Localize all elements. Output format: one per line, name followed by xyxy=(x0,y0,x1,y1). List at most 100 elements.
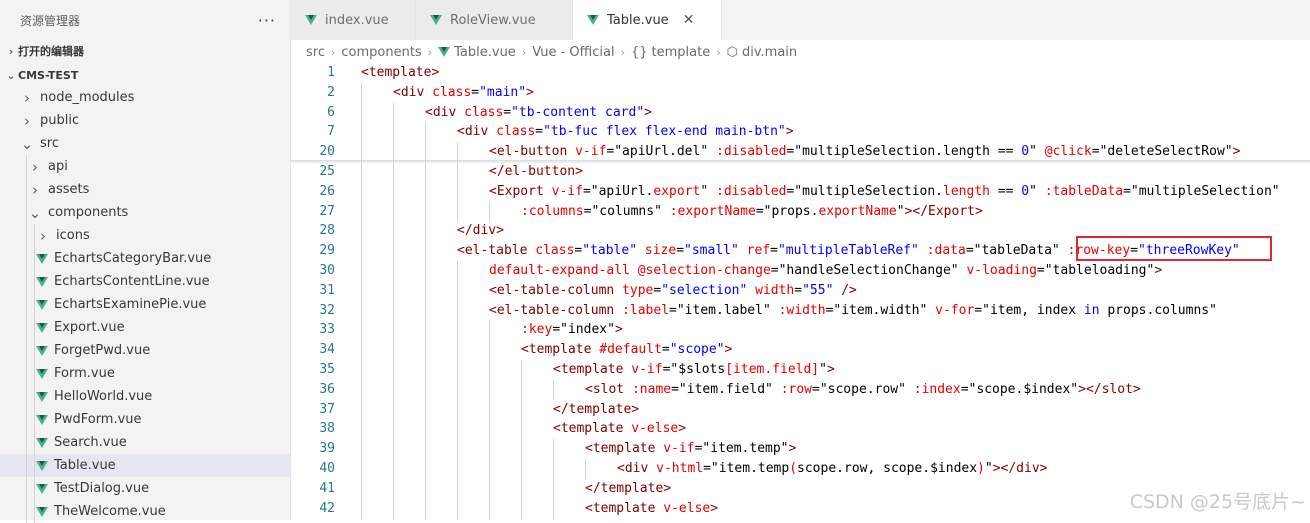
indent-guide xyxy=(34,431,35,454)
editor-tabs: index.vue RoleView.vue Table.vue ✕ xyxy=(291,0,1310,40)
code-token: > xyxy=(788,441,797,457)
code-line: 31 <el-table-column type = "selection" widt… xyxy=(291,280,1310,301)
tab-roleview[interactable]: RoleView.vue xyxy=(416,0,573,40)
code-line: 27:columns="columns" :exportName="props.… xyxy=(291,201,1310,222)
code-line: 30 default-expand-all @selection-change="… xyxy=(291,261,1310,281)
tab-index[interactable]: index.vue xyxy=(291,0,416,40)
code-token: length xyxy=(943,183,990,199)
breadcrumb-item[interactable]: src xyxy=(306,45,325,60)
line-number: 1 xyxy=(327,65,335,80)
code-text: </template> xyxy=(553,400,639,420)
indent-guide xyxy=(521,419,522,440)
folder-item[interactable]: › api xyxy=(0,155,290,178)
code-token: v-else xyxy=(663,500,711,516)
indent-guide xyxy=(393,379,394,400)
code-token: :tableData xyxy=(1044,183,1124,199)
indent-guide xyxy=(393,478,394,499)
chevron-down-icon: ⌄ xyxy=(20,134,34,153)
line-number: 42 xyxy=(319,500,335,516)
indent-guide xyxy=(393,360,394,380)
indent-guide xyxy=(361,142,362,163)
code-token: = xyxy=(770,243,778,259)
open-editors-section[interactable]: › 打开的编辑器 xyxy=(0,40,84,62)
code-token: "main" xyxy=(479,84,527,100)
tab-label: Table.vue xyxy=(607,12,669,28)
code-token: @selection-change xyxy=(637,263,771,278)
code-token: <template xyxy=(553,362,632,377)
chevron-right-icon: › xyxy=(32,180,38,199)
code-token: ( xyxy=(789,461,798,476)
breadcrumb-item[interactable]: components xyxy=(341,45,421,60)
line-number: 32 xyxy=(319,302,335,318)
indent-guide xyxy=(34,477,35,500)
file-item[interactable]: HelloWorld.vue xyxy=(0,385,290,408)
breadcrumb-item[interactable]: div.main xyxy=(742,45,797,60)
code-token: "scope" xyxy=(669,342,725,358)
breadcrumb-item[interactable]: Table.vue xyxy=(454,45,516,60)
code-token: = xyxy=(503,104,512,120)
file-item[interactable]: EchartsCategoryBar.vue xyxy=(0,247,290,270)
folder-item[interactable]: › icons xyxy=(0,224,290,247)
file-item[interactable]: Search.vue xyxy=(0,431,290,454)
file-item[interactable]: EchartsContentLine.vue xyxy=(0,270,290,293)
file-item[interactable]: ForgetPwd.vue xyxy=(0,339,290,362)
indent-guide xyxy=(457,498,458,519)
tab-label: index.vue xyxy=(325,12,389,28)
indent-guide xyxy=(457,439,458,460)
indent-guide xyxy=(361,340,362,361)
line-number: 36 xyxy=(319,381,335,397)
code-text: <template v-else> xyxy=(553,419,686,439)
watermark: CSDN @25号底片~ xyxy=(1129,491,1306,513)
indent-guide xyxy=(393,261,394,281)
code-token: <template xyxy=(585,500,664,516)
file-item[interactable]: Table.vue xyxy=(0,454,290,477)
breadcrumb-item[interactable]: Vue - Official xyxy=(532,45,614,60)
folder-item[interactable]: ⌄ components xyxy=(0,201,290,224)
code-token: ="columns" xyxy=(583,203,670,219)
tab-table[interactable]: Table.vue ✕ xyxy=(573,0,722,40)
folder-item[interactable]: › public xyxy=(0,109,290,132)
code-token: = xyxy=(794,282,803,298)
breadcrumb-item[interactable]: template xyxy=(652,45,711,60)
code-text: <el-table-column type="selection" width=… xyxy=(489,281,857,301)
tree-item-label: assets xyxy=(48,182,90,197)
file-item[interactable]: Form.vue xyxy=(0,362,290,385)
indent-guide xyxy=(489,459,490,479)
indent-guide xyxy=(425,280,426,301)
chevron-down-icon: ⌄ xyxy=(6,68,16,82)
indent-guide xyxy=(393,162,394,182)
folder-item[interactable]: › assets xyxy=(0,178,290,201)
project-section[interactable]: ⌄ CMS-TEST xyxy=(0,64,78,86)
file-item[interactable]: EchartsExaminePie.vue xyxy=(0,293,290,316)
indent-guide xyxy=(393,221,394,242)
indent-guide xyxy=(34,454,35,477)
vue-file-icon xyxy=(36,506,48,517)
code-token: ="item.temp" xyxy=(694,441,789,457)
file-item[interactable]: PwdForm.vue xyxy=(0,408,290,431)
indent-guide xyxy=(26,362,27,385)
close-icon[interactable]: ✕ xyxy=(683,12,695,28)
folder-item[interactable]: › node_modules xyxy=(0,86,290,109)
file-item[interactable]: Export.vue xyxy=(0,316,290,339)
line-number: 40 xyxy=(319,461,335,476)
code-editor[interactable]: 1 <template> 2 <div class="main"> 6 <div clas… xyxy=(291,62,1310,520)
code-token: in xyxy=(1083,302,1100,318)
code-token: :data xyxy=(926,243,966,259)
more-actions-icon[interactable]: ··· xyxy=(258,11,276,30)
indent-guide xyxy=(457,300,458,321)
indent-guide xyxy=(34,339,35,362)
folder-item[interactable]: ⌄ src xyxy=(0,132,290,155)
indent-guide xyxy=(26,201,27,224)
code-token: class xyxy=(464,104,504,120)
file-item[interactable]: TestDialog.vue xyxy=(0,477,290,500)
chevron-right-icon: › xyxy=(32,157,38,176)
chevron-right-icon: › xyxy=(40,226,46,245)
indent-guide xyxy=(34,247,35,270)
code-text: :columns="columns" :exportName="props.ex… xyxy=(521,202,983,222)
tree-item-label: EchartsExaminePie.vue xyxy=(54,297,207,312)
file-tree: › node_modules › public ⌄ src › api › assets ⌄ comp… xyxy=(0,86,290,523)
indent-guide xyxy=(489,320,490,341)
indent-guide xyxy=(425,320,426,341)
code-token: v-if xyxy=(551,183,583,199)
